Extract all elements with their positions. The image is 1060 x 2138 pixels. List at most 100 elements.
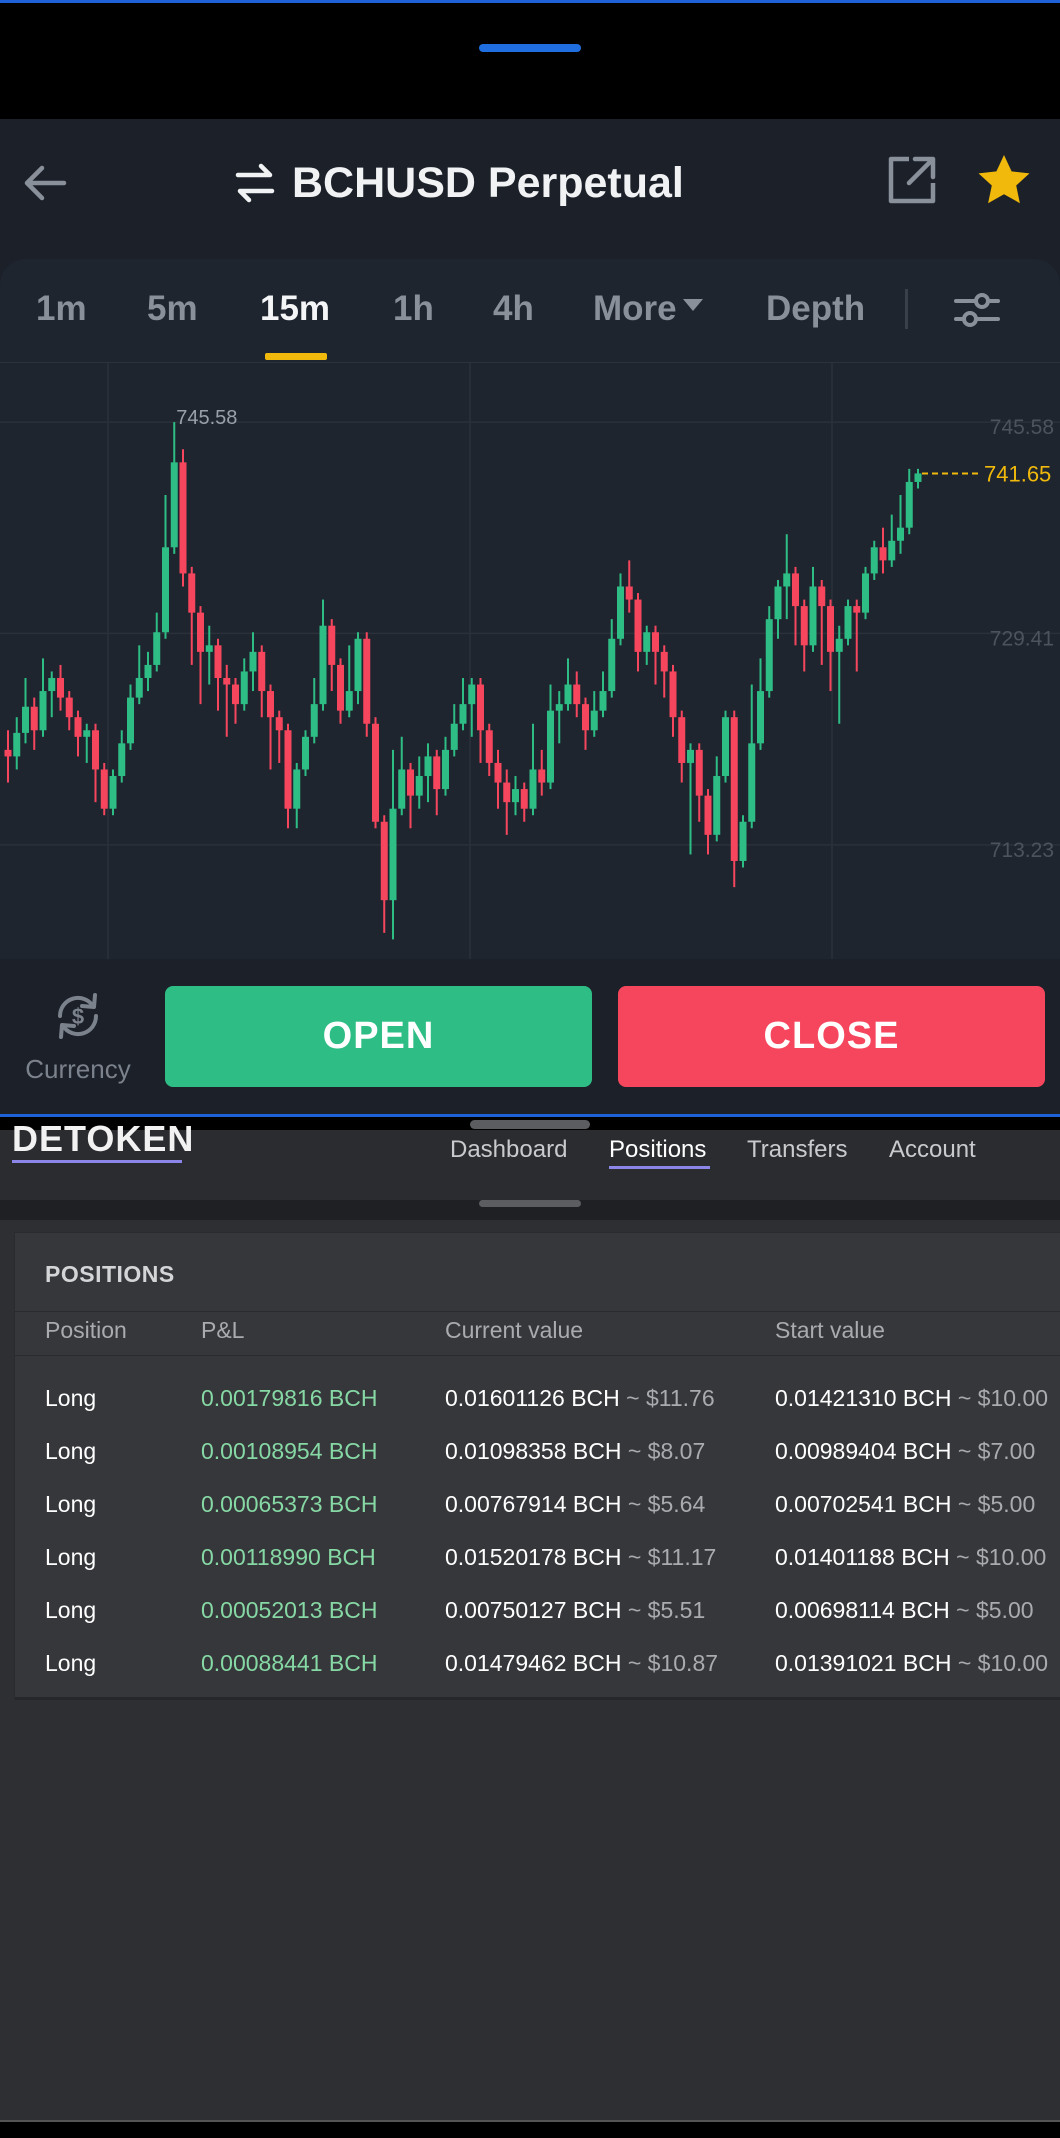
candle-body [363,638,371,724]
star-icon[interactable] [975,151,1033,209]
current-usd: ~ $5.51 [627,1597,706,1623]
candle-body [92,730,99,770]
candle-body [65,697,73,718]
candle-body [494,762,502,783]
candle-body [170,462,178,548]
tab-more-label: More [593,289,677,328]
current-usd: ~ $5.64 [627,1491,706,1517]
start-bch: 0.00989404 BCH [775,1438,952,1464]
table-row[interactable]: Long 0.00179816 BCH 0.01601126 BCH ~ $11… [15,1385,1060,1438]
candle-body [477,684,484,731]
tab-depth[interactable]: Depth [766,289,865,329]
action-bar: $ Currency OPEN CLOSE [0,959,1060,1114]
candle-body [100,769,108,809]
top-window: BCHUSD Perpetual 1m 5m 15m 1h 4h More De… [0,0,1060,1117]
candle-body [643,632,651,652]
symbol-title: BCHUSD Perpetual [292,158,684,207]
currency-switch-icon: $ [57,993,99,1039]
caret-down-icon [682,298,703,311]
open-position-button[interactable]: OPEN [165,986,592,1087]
position-pnl: 0.00065373 BCH [201,1491,378,1517]
start-usd: ~ $5.00 [956,1597,1034,1623]
position-start-value: 0.01421310 BCH ~ $10.00 [775,1385,1048,1412]
candle-body [905,481,913,528]
table-row[interactable]: Long 0.00088441 BCH 0.01479462 BCH ~ $10… [15,1650,1060,1703]
price-tick-label: 729.41 [990,627,1054,650]
tab-1h[interactable]: 1h [393,289,434,329]
tab-more[interactable]: More [593,289,703,329]
candlestick-chart[interactable]: 745.58 729.41 713.23 745.58 741.65 [0,363,1060,959]
table-row[interactable]: Long 0.00065373 BCH 0.00767914 BCH ~ $5.… [15,1491,1060,1544]
trading-app: BCHUSD Perpetual 1m 5m 15m 1h 4h More De… [0,119,1060,1114]
nav-transfers[interactable]: Transfers [747,1136,847,1164]
table-row[interactable]: Long 0.00118990 BCH 0.01520178 BCH ~ $11… [15,1544,1060,1597]
candle-body [774,586,782,620]
nav-dashboard[interactable]: Dashboard [450,1136,567,1164]
close-position-button[interactable]: CLOSE [618,986,1045,1087]
table-row[interactable]: Long 0.00108954 BCH 0.01098358 BCH ~ $8.… [15,1438,1060,1491]
position-start-value: 0.00989404 BCH ~ $7.00 [775,1438,1035,1465]
table-row[interactable]: Long 0.00052013 BCH 0.00750127 BCH ~ $5.… [15,1597,1060,1650]
candle-body [818,586,826,607]
svg-text:$: $ [72,1004,84,1029]
candle-body [450,723,458,750]
start-bch: 0.01391021 BCH [775,1650,952,1676]
candle-body [293,769,301,809]
tab-15m[interactable]: 15m [260,289,330,329]
current-usd: ~ $11.76 [626,1385,715,1411]
current-bch: 0.01479462 BCH [445,1650,622,1676]
candle-body [529,769,537,809]
page-title[interactable]: BCHUSD Perpetual [232,153,684,213]
position-pnl: 0.00052013 BCH [201,1597,378,1623]
position-current-value: 0.00750127 BCH ~ $5.51 [445,1597,705,1624]
split-screen-divider-handle[interactable] [470,1120,590,1129]
positions-panel: POSITIONS Position P&L Current value Sta… [14,1232,1060,1700]
position-start-value: 0.01391021 BCH ~ $10.00 [775,1650,1048,1677]
candle-body [223,677,231,685]
nav-positions[interactable]: Positions [609,1136,706,1164]
settings-sliders-icon[interactable] [952,287,1002,333]
candle-body [704,795,712,835]
sheet-drag-handle[interactable] [479,1200,581,1207]
candle-body [380,821,388,901]
candle-body [722,717,729,777]
candle-body [730,717,738,861]
candle-body [870,547,878,574]
candle-body [459,704,467,724]
candle-body [914,473,922,482]
start-usd: ~ $5.00 [957,1491,1036,1517]
nav-active-indicator [609,1166,710,1169]
candle-body [800,606,808,646]
candle-body [310,704,318,737]
tab-5m[interactable]: 5m [147,289,198,329]
share-external-icon[interactable] [885,153,939,207]
back-arrow-icon[interactable] [18,155,74,211]
candle-body [888,540,896,561]
currency-switch[interactable]: $ Currency [20,986,136,1085]
current-usd: ~ $11.17 [627,1544,717,1570]
position-pnl: 0.00118990 BCH [201,1544,376,1570]
position-side: Long [45,1544,97,1570]
candle-body [240,671,248,705]
currency-label: Currency [25,1054,131,1084]
current-usd: ~ $10.87 [627,1650,719,1676]
current-bch: 0.01601126 BCH [445,1385,620,1411]
candle-body [127,697,134,744]
current-bch: 0.00750127 BCH [445,1597,622,1623]
window-drag-handle[interactable] [479,44,581,52]
candle-body [695,749,703,796]
candle-body [634,599,642,652]
screen-bottom-edge [0,2120,1060,2138]
tab-4h[interactable]: 4h [493,289,534,329]
start-bch: 0.01401188 BCH [775,1544,950,1570]
position-current-value: 0.01601126 BCH ~ $11.76 [445,1385,715,1412]
candle-body [538,769,546,783]
logo[interactable]: DETOKEN [12,1122,194,1158]
candle-body [22,706,29,733]
nav-account[interactable]: Account [889,1136,976,1164]
candle-body [4,749,12,757]
tab-1m[interactable]: 1m [36,289,87,329]
candle-body [835,638,843,652]
candle-body [135,677,143,698]
candle-body [398,769,406,809]
